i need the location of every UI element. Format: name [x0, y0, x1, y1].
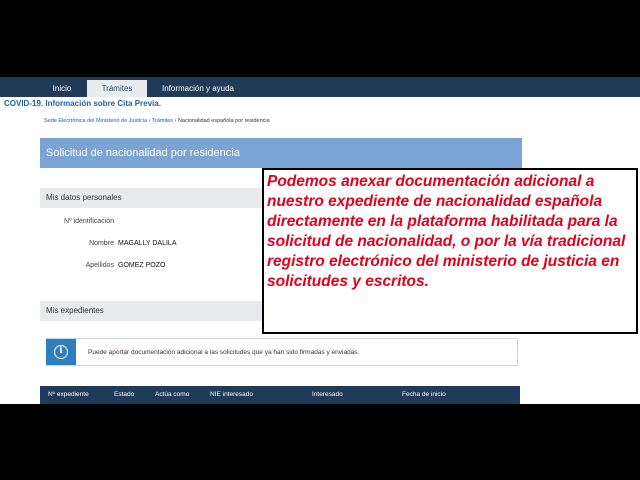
column-header-nie-interesado[interactable]: NIE interesado	[210, 391, 253, 398]
column-header-estado[interactable]: Estado	[114, 391, 134, 398]
column-header-actua-como[interactable]: Actúa como	[155, 391, 189, 398]
name-label: Nombre	[89, 240, 114, 247]
breadcrumb-separator: ›	[174, 118, 177, 124]
section-title: Mis expedientes	[46, 306, 104, 315]
page-title-bar: Solicitud de nacionalidad por residencia	[40, 138, 522, 168]
nav-inicio[interactable]: Inicio	[42, 80, 82, 97]
nav-informacion-ayuda[interactable]: Información y ayuda	[155, 80, 241, 97]
info-alert-text: Puede aportar documentación adicional a …	[88, 349, 360, 356]
breadcrumb-current: Nacionalidad española por residencia	[177, 118, 270, 124]
breadcrumb-tramites[interactable]: Trámites	[152, 118, 173, 124]
top-nav-bar: Inicio Trámites Información y ayuda	[0, 77, 640, 97]
covid-banner-link[interactable]: COVID-19. Información sobre Cita Previa.	[4, 99, 161, 108]
column-header-interesado[interactable]: Interesado	[312, 391, 343, 398]
annotation-overlay-text: Podemos anexar documentación adicional a…	[267, 173, 626, 290]
info-icon: i	[54, 345, 68, 359]
page-title: Solicitud de nacionalidad por residencia	[46, 147, 240, 159]
id-label: Nº identificación	[63, 218, 114, 225]
expedientes-table-header: Nº expediente Estado Actúa como NIE inte…	[40, 386, 520, 404]
section-title: Mis datos personales	[46, 193, 122, 202]
breadcrumb-separator: ›	[148, 118, 151, 124]
column-header-expediente[interactable]: Nº expediente	[48, 391, 89, 398]
info-alert: i Puede aportar documentación adicional …	[46, 338, 518, 366]
nav-tramites[interactable]: Trámites	[87, 80, 147, 97]
breadcrumb-sede[interactable]: Sede Electrónica del Ministerio de Justi…	[44, 118, 147, 124]
surname-label: Apellidos	[85, 262, 114, 269]
name-value: MAGALLY DALILA	[118, 240, 177, 247]
breadcrumb: Sede Electrónica del Ministerio de Justi…	[44, 118, 270, 124]
annotation-overlay-box: Podemos anexar documentación adicional a…	[262, 168, 638, 334]
info-icon-container: i	[46, 339, 76, 365]
column-header-fecha-inicio[interactable]: Fecha de inicio	[402, 391, 446, 398]
surname-value: GOMEZ POZO	[118, 262, 166, 269]
